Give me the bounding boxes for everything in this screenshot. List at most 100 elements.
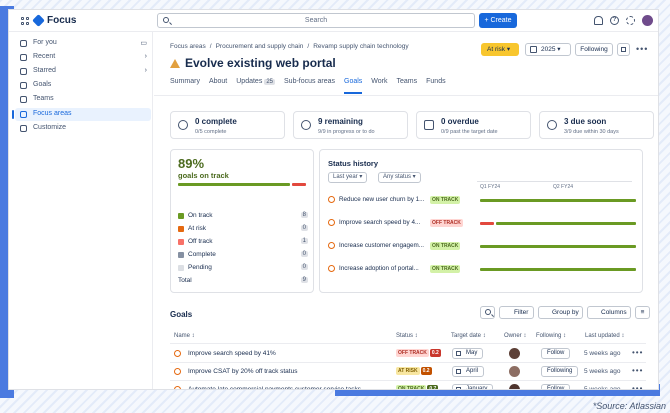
sidebar: For you ▭ Recent › Starred › Goals Teams Focus a… — [9, 32, 153, 389]
tab-about[interactable]: About — [209, 78, 227, 92]
sidebar-item-for-you[interactable]: For you ▭ — [15, 37, 151, 50]
breadcrumb-link[interactable]: Revamp supply chain technology — [313, 43, 408, 50]
calendar-icon — [456, 387, 461, 389]
history-goal-name[interactable]: Improve search speed by 4... — [339, 219, 420, 226]
target-date-button[interactable]: January — [452, 384, 494, 389]
sidebar-item-customize[interactable]: Customize — [15, 122, 151, 135]
sidebar-item-label: Teams — [33, 95, 54, 102]
sidebar-item-teams[interactable]: Teams — [15, 93, 151, 106]
search-input[interactable]: Search — [157, 13, 475, 28]
target-date-button[interactable]: April — [452, 366, 485, 377]
table-row[interactable]: Improve search speed by 41% OFF TRACK 0.2 M… — [170, 345, 646, 363]
column-header-following[interactable]: Following ↕ — [536, 333, 566, 339]
legend-count: 0 — [300, 264, 308, 270]
status-score: 0.7 — [427, 385, 439, 389]
columns-button[interactable]: Columns — [587, 306, 631, 319]
app-name: Focus — [47, 15, 77, 26]
timeline-bar-off-track — [480, 222, 494, 225]
settings-gear-icon[interactable] — [626, 16, 635, 25]
table-settings-button[interactable]: ≡ — [635, 306, 650, 319]
table-row[interactable]: Automate late commercial payments custom… — [170, 381, 646, 389]
goal-name[interactable]: Improve CSAT by 20% off track status — [188, 368, 297, 375]
group-by-button[interactable]: Group by — [538, 306, 583, 319]
status-score: 0.2 — [429, 349, 441, 357]
help-icon[interactable]: ? — [610, 16, 619, 25]
sidebar-item-starred[interactable]: Starred › — [15, 65, 151, 78]
last-updated: 5 weeks ago — [584, 350, 621, 357]
goal-target-icon — [174, 368, 181, 375]
goal-name[interactable]: Improve search speed by 41% — [188, 350, 276, 357]
row-more-actions-button[interactable]: ••• — [632, 366, 643, 375]
target-date-button[interactable]: May — [452, 348, 484, 359]
owner-avatar[interactable] — [509, 384, 520, 389]
history-goal-name[interactable]: Reduce new user churn by 1... — [339, 196, 424, 203]
goals-on-track-card: 89% goals on track On track 8 At risk 0 Off … — [170, 149, 314, 293]
tab-label: Teams — [396, 78, 418, 85]
column-header-last-updated[interactable]: Last updated ↕ — [585, 333, 624, 339]
follow-button[interactable]: Follow — [541, 384, 571, 389]
goal-status[interactable]: ON TRACK 0.7 — [396, 385, 439, 389]
notifications-bell-icon[interactable] — [594, 16, 603, 25]
more-actions-button[interactable]: ••• — [636, 44, 648, 54]
sidebar-item-goals[interactable]: Goals — [15, 79, 151, 92]
table-row[interactable]: Improve CSAT by 20% off track status AT R… — [170, 363, 646, 381]
tab-summary[interactable]: Summary — [170, 78, 200, 92]
tab-label: Updates — [236, 78, 263, 85]
main-content: Focus areas / Procurement and supply chain… — [154, 32, 658, 389]
filter-button[interactable]: Filter — [499, 306, 534, 319]
goal-status[interactable]: AT RISK 0.2 — [396, 367, 432, 375]
filter-label: Filter — [514, 309, 529, 316]
tab-teams[interactable]: Teams — [397, 78, 418, 92]
sidebar-item-action-icon[interactable]: › — [145, 53, 147, 60]
legend-count: 1 — [300, 238, 308, 244]
hierarchy-icon — [20, 111, 27, 118]
owner-avatar[interactable] — [509, 348, 520, 359]
tab-updates[interactable]: Updates 25 — [236, 78, 276, 92]
axis-label-q2: Q2 FY24 — [553, 184, 574, 190]
owner-avatar[interactable] — [509, 366, 520, 377]
tab-sub-focus-areas[interactable]: Sub-focus areas — [284, 78, 335, 92]
tab-goals[interactable]: Goals — [344, 78, 363, 94]
page-title: Evolve existing web portal — [185, 56, 336, 70]
app-switcher-icon[interactable] — [21, 17, 29, 25]
column-header-owner[interactable]: Owner ↕ — [504, 333, 526, 339]
timeline-axis — [477, 181, 632, 182]
status-lozenge: ON TRACK — [430, 265, 461, 273]
following-button[interactable]: Following — [575, 43, 613, 56]
status-score: 0.2 — [420, 367, 432, 375]
history-goal-name[interactable]: Increase adoption of portal... — [339, 265, 419, 272]
column-header-target-date[interactable]: Target date ↕ — [451, 333, 486, 339]
breadcrumb-link[interactable]: Procurement and supply chain — [216, 43, 304, 50]
follow-button[interactable]: Follow — [541, 348, 571, 359]
create-button[interactable]: + Create — [479, 13, 517, 28]
column-header-name[interactable]: Name ↕ — [174, 333, 195, 339]
year-selector[interactable]: 2025 ▾ — [525, 43, 571, 56]
row-more-actions-button[interactable]: ••• — [632, 384, 643, 389]
calendar-icon — [530, 46, 537, 53]
goal-name[interactable]: Automate late commercial payments custom… — [188, 386, 361, 389]
row-more-actions-button[interactable]: ••• — [632, 348, 643, 357]
legend-row-total: Total 9 — [178, 277, 308, 286]
history-goal-name[interactable]: Increase customer engagem... — [339, 242, 424, 249]
sidebar-item-label: Recent — [33, 53, 56, 60]
goal-target-icon — [328, 196, 335, 203]
sidebar-item-action-icon[interactable]: ▭ — [140, 39, 147, 47]
tab-work[interactable]: Work — [371, 78, 387, 92]
sidebar-item-focus-areas[interactable]: Focus areas — [12, 108, 151, 121]
column-header-status[interactable]: Status ↕ — [396, 333, 418, 339]
breadcrumb-link[interactable]: Focus areas — [170, 43, 206, 50]
user-avatar[interactable] — [642, 15, 653, 26]
sidebar-item-action-icon[interactable]: › — [145, 67, 147, 74]
legend-swatch — [178, 239, 184, 245]
goal-target-icon — [328, 265, 335, 272]
tab-funds[interactable]: Funds — [426, 78, 445, 92]
expand-button[interactable] — [617, 43, 630, 56]
goal-status[interactable]: OFF TRACK 0.2 — [396, 349, 441, 357]
table-search-button[interactable] — [480, 306, 495, 319]
status-at-risk-button[interactable]: At risk ▾ — [481, 43, 519, 56]
stat-title: 0 complete — [195, 117, 237, 126]
sidebar-item-recent[interactable]: Recent › — [15, 51, 151, 64]
follow-button[interactable]: Following — [541, 366, 579, 377]
period-filter[interactable]: Last year ▾ — [328, 172, 368, 183]
status-filter[interactable]: Any status ▾ — [378, 172, 421, 183]
